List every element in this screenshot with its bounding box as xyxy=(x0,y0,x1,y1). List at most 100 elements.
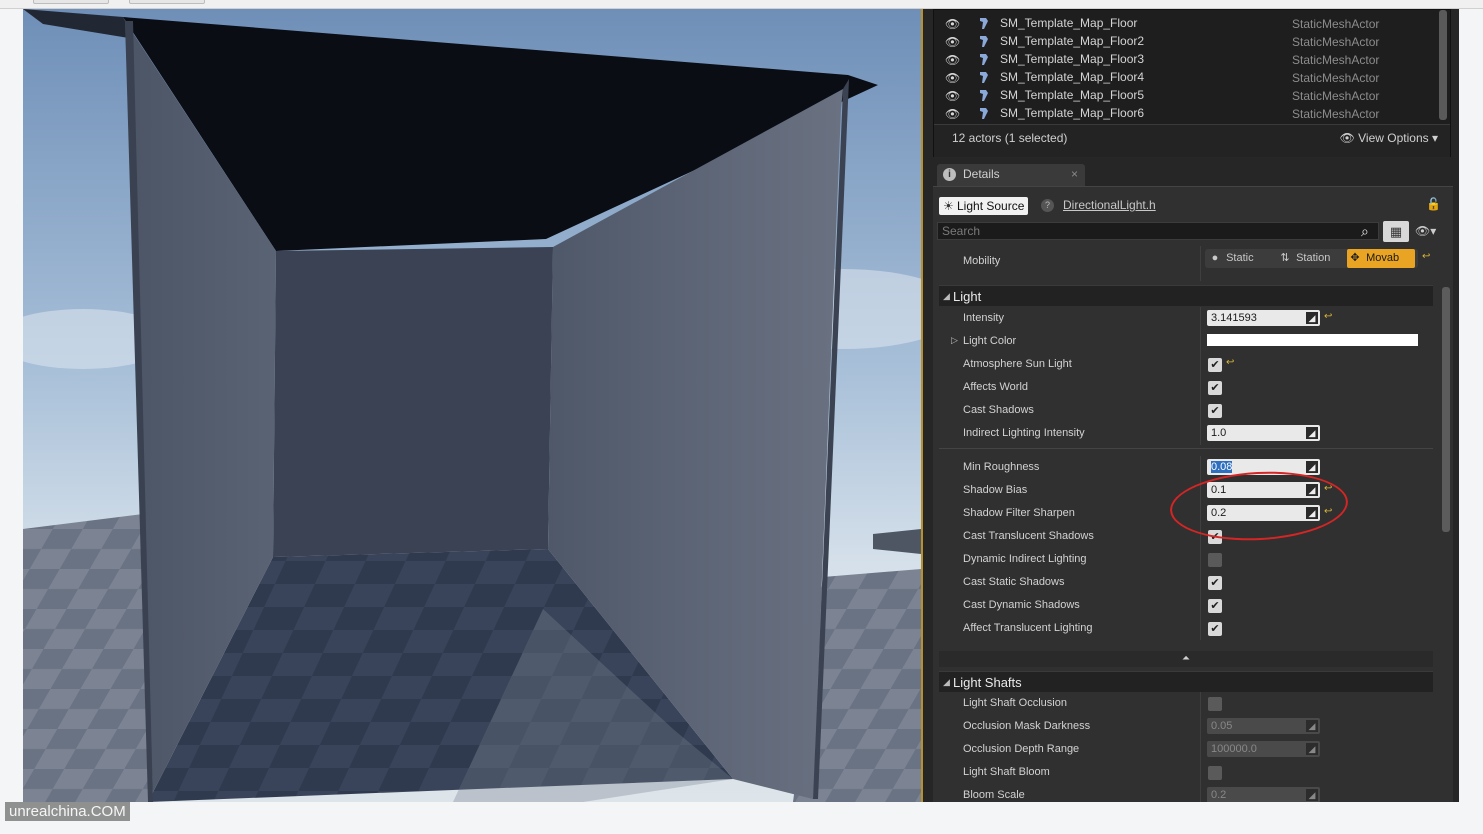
reset-to-default-icon[interactable]: ↩ xyxy=(1324,311,1332,322)
property-label: Shadow Bias xyxy=(963,484,1028,496)
reset-to-default-icon[interactable]: ↩ xyxy=(1324,506,1332,517)
actor-name: SM_Template_Map_Floor5 xyxy=(1000,88,1145,102)
category-light-shafts[interactable]: ◢ Light Shafts xyxy=(939,671,1433,692)
visibility-eye-icon[interactable]: 👁 xyxy=(945,53,960,67)
property-matrix-button[interactable]: ▦ xyxy=(1383,221,1409,242)
affects-world-checkbox[interactable]: ✔ xyxy=(1208,381,1222,395)
cast-shadows-checkbox[interactable]: ✔ xyxy=(1208,404,1222,418)
shadow-bias-value: 0.1 xyxy=(1211,484,1227,496)
spin-handle-icon[interactable]: ◢ xyxy=(1306,427,1318,439)
view-options-eye-icon[interactable]: 👁▾ xyxy=(1415,224,1436,238)
outliner-scrollbar[interactable] xyxy=(1439,10,1447,120)
occlusion-mask-darkness-input[interactable]: 0.05 ◢ xyxy=(1207,718,1320,734)
outliner-row[interactable]: 👁 SM_Template_Map_Floor StaticMeshActor xyxy=(934,14,1432,32)
visibility-eye-icon[interactable]: 👁 xyxy=(945,17,960,31)
tab-details[interactable]: i Details × xyxy=(937,164,1085,186)
category-light[interactable]: ◢ Light xyxy=(939,285,1433,306)
reset-to-default-icon[interactable]: ↩ xyxy=(1324,483,1332,494)
column-divider xyxy=(1200,502,1201,525)
property-occlusion-depth-range: Occlusion Depth Range 100000.0 ◢ xyxy=(939,738,1433,761)
property-dynamic-indirect-lighting: Dynamic Indirect Lighting xyxy=(939,548,1433,571)
light-color-swatch[interactable] xyxy=(1207,334,1418,346)
spin-handle-icon[interactable]: ◢ xyxy=(1306,507,1318,519)
search-icon[interactable]: ⌕ xyxy=(1361,223,1369,240)
close-tab-icon[interactable]: × xyxy=(1071,167,1078,181)
details-scrollbar[interactable] xyxy=(1442,287,1450,532)
eye-icon: 👁 xyxy=(1339,131,1355,145)
property-min-roughness: Min Roughness 0.08 ◢ xyxy=(939,456,1433,479)
lock-icon[interactable]: 🔓 xyxy=(1426,197,1441,211)
bloom-scale-input[interactable]: 0.2 ◢ xyxy=(1207,787,1320,802)
light-shaft-bloom-checkbox[interactable] xyxy=(1208,766,1222,780)
property-label: Cast Shadows xyxy=(963,404,1034,416)
intensity-input[interactable]: 3.141593 ◢ xyxy=(1207,310,1320,326)
column-divider xyxy=(1200,571,1201,594)
visibility-eye-icon[interactable]: 👁 xyxy=(945,35,960,49)
cast-translucent-shadows-checkbox[interactable]: ✔ xyxy=(1208,530,1222,544)
visibility-eye-icon[interactable]: 👁 xyxy=(945,107,960,121)
atmosphere-sun-light-checkbox[interactable]: ✔ xyxy=(1208,358,1222,372)
mobility-movable-button[interactable]: ✥ Movab xyxy=(1347,249,1415,268)
actor-name: SM_Template_Map_Floor6 xyxy=(1000,106,1145,120)
affect-translucent-lighting-checkbox[interactable]: ✔ xyxy=(1208,622,1222,636)
shadow-filter-sharpen-input[interactable]: 0.2 ◢ xyxy=(1207,505,1320,521)
collapse-advanced-button[interactable]: ⏶ xyxy=(939,651,1433,667)
property-label: Light Color xyxy=(963,335,1017,347)
outliner-row[interactable]: 👁 SM_Template_Map_Floor2 StaticMeshActor xyxy=(934,32,1432,50)
static-mesh-actor-icon xyxy=(980,90,988,101)
cast-static-shadows-checkbox[interactable]: ✔ xyxy=(1208,576,1222,590)
shadow-bias-input[interactable]: 0.1 ◢ xyxy=(1207,482,1320,498)
component-label: Light Source xyxy=(957,199,1025,213)
toolbar-button[interactable] xyxy=(129,0,205,4)
mobility-static-label: Static xyxy=(1226,252,1254,264)
column-divider xyxy=(1200,761,1201,784)
occlusion-depth-range-input[interactable]: 100000.0 ◢ xyxy=(1207,741,1320,757)
property-occlusion-mask-darkness: Occlusion Mask Darkness 0.05 ◢ xyxy=(939,715,1433,738)
property-affects-world: Affects World ✔ xyxy=(939,376,1433,399)
column-divider xyxy=(1200,399,1201,422)
spin-handle-icon[interactable]: ◢ xyxy=(1306,789,1318,801)
reset-to-default-icon[interactable]: ↩ xyxy=(1422,251,1430,262)
spin-handle-icon[interactable]: ◢ xyxy=(1306,743,1318,755)
light-shaft-occlusion-checkbox[interactable] xyxy=(1208,697,1222,711)
min-roughness-value: 0.08 xyxy=(1211,461,1233,473)
visibility-eye-icon[interactable]: 👁 xyxy=(945,71,960,85)
light-source-icon: ☀ xyxy=(943,199,954,213)
min-roughness-input[interactable]: 0.08 ◢ xyxy=(1207,459,1320,475)
outliner-row[interactable]: 👁 SM_Template_Map_Floor3 StaticMeshActor xyxy=(934,50,1432,68)
property-label: Dynamic Indirect Lighting xyxy=(963,553,1087,565)
property-label: Intensity xyxy=(963,312,1004,324)
toolbar-button[interactable] xyxy=(33,0,109,4)
actor-name: SM_Template_Map_Floor xyxy=(1000,16,1138,30)
static-mesh-actor-icon xyxy=(980,18,988,29)
movable-arrows-icon: ✥ xyxy=(1350,252,1360,264)
mobility-static-button[interactable]: ● Static xyxy=(1207,249,1275,268)
component-chip[interactable]: ☀ Light Source xyxy=(939,197,1029,215)
mobility-stationary-button[interactable]: ⇅ Station xyxy=(1277,249,1345,268)
details-search-input[interactable]: Search xyxy=(937,222,1379,240)
reset-to-default-icon[interactable]: ↩ xyxy=(1226,357,1234,368)
spin-handle-icon[interactable]: ◢ xyxy=(1306,484,1318,496)
column-divider xyxy=(1200,548,1201,571)
column-divider xyxy=(1200,784,1201,802)
column-divider xyxy=(1200,307,1201,330)
help-icon[interactable]: ? xyxy=(1041,199,1054,212)
visibility-eye-icon[interactable]: 👁 xyxy=(945,89,960,103)
property-label: Atmosphere Sun Light xyxy=(963,358,1072,370)
outliner-row[interactable]: 👁 SM_Template_Map_Floor6 StaticMeshActor xyxy=(934,104,1432,122)
indirect-lighting-intensity-input[interactable]: 1.0 ◢ xyxy=(1207,425,1320,441)
cast-dynamic-shadows-checkbox[interactable]: ✔ xyxy=(1208,599,1222,613)
expand-triangle-icon[interactable]: ▷ xyxy=(951,335,958,346)
view-options-button[interactable]: 👁 View Options ▾ xyxy=(1340,131,1438,145)
static-mesh-actor-icon xyxy=(980,72,988,83)
column-divider xyxy=(1200,456,1201,479)
static-dot-icon: ● xyxy=(1211,252,1219,264)
level-viewport[interactable] xyxy=(23,9,921,802)
dynamic-indirect-lighting-checkbox[interactable] xyxy=(1208,553,1222,567)
spin-handle-icon[interactable]: ◢ xyxy=(1306,461,1318,473)
spin-handle-icon[interactable]: ◢ xyxy=(1306,312,1318,324)
outliner-row[interactable]: 👁 SM_Template_Map_Floor4 StaticMeshActor xyxy=(934,68,1432,86)
spin-handle-icon[interactable]: ◢ xyxy=(1306,720,1318,732)
outliner-row[interactable]: 👁 SM_Template_Map_Floor5 StaticMeshActor xyxy=(934,86,1432,104)
source-file-link[interactable]: DirectionalLight.h xyxy=(1063,198,1156,212)
